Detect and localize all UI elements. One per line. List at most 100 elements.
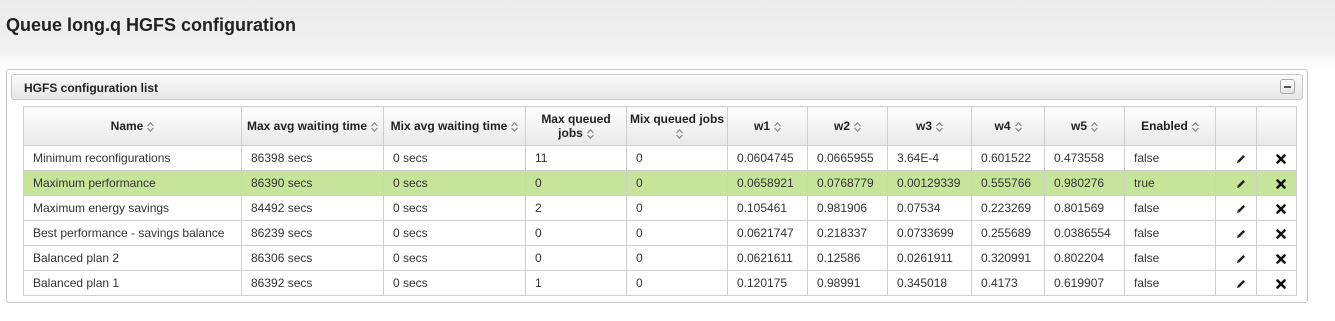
cell-name: Minimum reconfigurations: [23, 145, 242, 171]
column-header-w3[interactable]: w3: [887, 106, 972, 146]
table-row[interactable]: Maximum performance 86390 secs 0 secs 0 0 0.0…: [23, 170, 1297, 196]
pencil-icon[interactable]: [1235, 278, 1247, 290]
column-header-w4[interactable]: w4: [971, 106, 1045, 146]
sort-arrows-icon[interactable]: [936, 121, 943, 132]
cell-w2: 0.218337: [807, 220, 888, 246]
pencil-icon[interactable]: [1235, 253, 1247, 265]
sort-arrows-icon[interactable]: [371, 121, 378, 132]
cell-max-wait: 86390 secs: [241, 170, 384, 196]
minus-icon: [1284, 86, 1291, 88]
sort-arrows-icon[interactable]: [586, 128, 594, 139]
pencil-icon[interactable]: [1235, 178, 1247, 190]
sort-arrows-icon[interactable]: [774, 121, 781, 132]
edit-cell: [1215, 195, 1257, 221]
sort-arrows-icon[interactable]: [854, 121, 861, 132]
cell-w1: 0.120175: [727, 270, 808, 296]
cell-w2: 0.98991: [807, 270, 888, 296]
cell-max-jobs: 0: [525, 170, 627, 196]
cell-mix-wait: 0 secs: [383, 270, 526, 296]
sort-arrows-icon[interactable]: [511, 121, 519, 132]
cell-enabled: true: [1124, 170, 1216, 196]
sort-arrows-icon[interactable]: [1191, 121, 1199, 132]
page-title: Queue long.q HGFS configuration: [6, 15, 296, 35]
cell-enabled: false: [1124, 245, 1216, 271]
pencil-icon[interactable]: [1235, 228, 1247, 240]
cell-enabled: false: [1124, 145, 1216, 171]
delete-x-icon[interactable]: [1275, 253, 1287, 265]
cell-mix-wait: 0 secs: [383, 145, 526, 171]
sort-arrows-icon[interactable]: [1014, 121, 1022, 132]
cell-w4: 0.320991: [971, 245, 1045, 271]
column-header-w5[interactable]: w5: [1044, 106, 1125, 146]
cell-w3: 0.07534: [887, 195, 972, 221]
cell-w4: 0.555766: [971, 170, 1045, 196]
column-header-mix-queued-jobs[interactable]: Mix queued jobs: [626, 106, 728, 146]
edit-cell: [1215, 170, 1257, 196]
delete-x-icon[interactable]: [1275, 178, 1287, 190]
sort-arrows-icon[interactable]: [675, 128, 683, 139]
cell-w2: 0.981906: [807, 195, 888, 221]
delete-cell: [1256, 220, 1297, 246]
table-row[interactable]: Best performance - savings balance 86239 …: [23, 220, 1297, 246]
table-row[interactable]: Minimum reconfigurations 86398 secs 0 secs…: [23, 145, 1297, 171]
delete-cell: [1256, 170, 1297, 196]
cell-w5: 0.473558: [1044, 145, 1125, 171]
cell-mix-wait: 0 secs: [383, 220, 526, 246]
cell-w1: 0.0621611: [727, 245, 808, 271]
column-header-label: w2: [833, 119, 850, 133]
column-header-max-avg-waiting-time[interactable]: Max avg waiting time: [241, 106, 384, 146]
cell-max-wait: 86392 secs: [241, 270, 384, 296]
cell-enabled: false: [1124, 195, 1216, 221]
column-header-w1[interactable]: w1: [727, 106, 808, 146]
cell-w1: 0.0621747: [727, 220, 808, 246]
column-header-max-queued-jobs[interactable]: Max queued jobs: [525, 106, 627, 146]
cell-name: Maximum energy savings: [23, 195, 242, 221]
column-header-mix-avg-waiting-time[interactable]: Mix avg waiting time: [383, 106, 526, 146]
edit-cell: [1215, 145, 1257, 171]
sort-arrows-icon[interactable]: [1091, 121, 1098, 132]
cell-name: Balanced plan 2: [23, 245, 242, 271]
edit-cell: [1215, 245, 1257, 271]
cell-mix-wait: 0 secs: [383, 195, 526, 221]
column-header-label: w5: [1070, 119, 1087, 133]
column-header-enabled[interactable]: Enabled: [1124, 106, 1216, 146]
config-list-panel: HGFS configuration list Name Max avg wait…: [6, 69, 1308, 303]
sort-arrows-icon[interactable]: [147, 121, 155, 132]
table-header-row: Name Max avg waiting time Mix avg waiting …: [23, 106, 1297, 146]
cell-w2: 0.0665955: [807, 145, 888, 171]
table-row[interactable]: Balanced plan 1 86392 secs 0 secs 1 0 0.12017…: [23, 270, 1297, 296]
cell-w3: 0.345018: [887, 270, 972, 296]
cell-mix-jobs: 0: [626, 145, 728, 171]
cell-w5: 0.0386554: [1044, 220, 1125, 246]
cell-enabled: false: [1124, 270, 1216, 296]
table-row[interactable]: Balanced plan 2 86306 secs 0 secs 0 0 0.06216…: [23, 245, 1297, 271]
delete-cell: [1256, 245, 1297, 271]
cell-name: Best performance - savings balance: [23, 220, 242, 246]
cell-w4: 0.255689: [971, 220, 1045, 246]
column-header-w2[interactable]: w2: [807, 106, 888, 146]
cell-mix-jobs: 0: [626, 170, 728, 196]
cell-mix-wait: 0 secs: [383, 245, 526, 271]
cell-w1: 0.0658921: [727, 170, 808, 196]
column-header-action-11: [1215, 106, 1257, 146]
table-row[interactable]: Maximum energy savings 84492 secs 0 secs 2 0…: [23, 195, 1297, 221]
cell-w5: 0.802204: [1044, 245, 1125, 271]
column-header-action-12: [1256, 106, 1297, 146]
cell-w5: 0.801569: [1044, 195, 1125, 221]
delete-x-icon[interactable]: [1275, 203, 1287, 215]
cell-max-jobs: 0: [525, 245, 627, 271]
column-header-name[interactable]: Name: [23, 106, 242, 146]
delete-x-icon[interactable]: [1275, 228, 1287, 240]
delete-x-icon[interactable]: [1275, 153, 1287, 165]
pencil-icon[interactable]: [1235, 153, 1247, 165]
column-header-label: Max avg waiting time: [246, 119, 368, 133]
column-header-label: w3: [915, 119, 932, 133]
cell-enabled: false: [1124, 220, 1216, 246]
pencil-icon[interactable]: [1235, 203, 1247, 215]
delete-x-icon[interactable]: [1275, 278, 1287, 290]
delete-cell: [1256, 145, 1297, 171]
collapse-panel-button[interactable]: [1280, 79, 1295, 94]
cell-w1: 0.0604745: [727, 145, 808, 171]
cell-max-jobs: 1: [525, 270, 627, 296]
cell-mix-jobs: 0: [626, 270, 728, 296]
